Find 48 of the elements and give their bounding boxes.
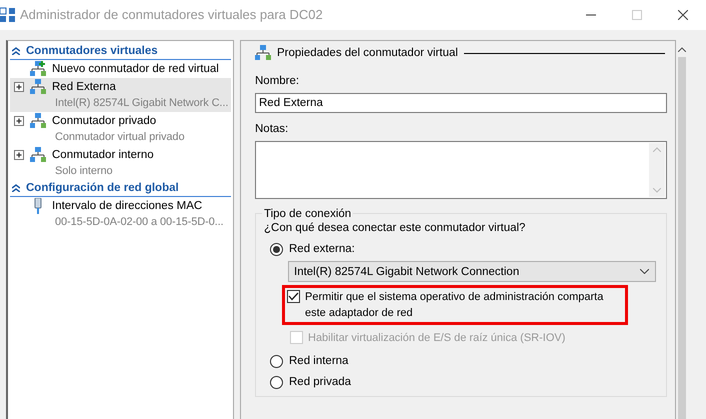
sidebar-item[interactable]: Nuevo conmutador de red virtual [10,60,231,78]
option-label[interactable]: Red privada [289,374,352,390]
option-label[interactable]: Permitir que el sistema operativo de administración comparta este adaptador de red [305,289,623,321]
question-text: ¿Con qué desea conectar este conmutador virtual? [264,221,526,236]
network-switch-icon [30,147,46,163]
section-title: Configuración de red global [26,181,179,196]
close-icon [678,10,688,20]
item-description: Intel(R) 82574L Gigabit Network C... [55,96,228,111]
radio-button[interactable] [270,354,283,368]
adapter-dropdown[interactable]: Intel(R) 82574L Gigabit Network Connection [288,261,656,282]
sidebar-item[interactable]: Red Externa Intel(R) 82574L Gigabit Network C... [10,78,231,112]
group-title: Tipo de conexión [262,206,354,222]
scrollbar[interactable] [677,41,686,419]
scroll-up-icon[interactable] [678,46,686,52]
field-label: Nombre: [255,74,300,89]
network-add-icon [30,61,46,77]
section-header: Propiedades del conmutador virtual [277,46,458,61]
name-field[interactable]: Red Externa [255,93,667,113]
item-description: Conmutador virtual privado [55,130,184,145]
maximize-icon [632,10,642,20]
option-label[interactable]: Red interna [289,353,348,369]
expand-icon[interactable] [14,150,24,160]
sidebar-item[interactable]: Conmutador privado Conmutador virtual privado [10,112,231,146]
network-switch-icon [30,113,46,129]
section-title: Conmutadores virtuales [26,44,158,59]
window-title: Administrador de conmutadores virtuales para DC02 [20,7,323,23]
item-description: 00-15-5D-0A-02-00 a 00-15-5D-0... [55,215,224,230]
collapse-icon[interactable] [12,47,20,55]
checkbox[interactable] [287,290,300,303]
network-switch-icon [255,45,271,61]
item-label: Conmutador interno [52,148,154,163]
option-label[interactable]: Red externa: [289,241,355,257]
item-label: Red Externa [52,80,117,95]
notes-field[interactable] [255,141,667,199]
radio-button[interactable] [270,376,283,388]
sidebar-item[interactable]: Intervalo de direcciones MAC 00-15-5D-0A-02-00 a 00-15-5D-0... [10,197,231,231]
expand-icon[interactable] [14,82,24,92]
sidebar-item[interactable]: Conmutador interno Solo interno [10,146,231,180]
item-label: Conmutador privado [52,114,158,129]
caret-icon [640,269,649,274]
item-description: Solo interno [55,164,114,179]
network-switch-icon [30,79,46,95]
expand-icon[interactable] [14,116,24,126]
item-label: Intervalo de direcciones MAC [52,199,204,214]
field-label: Notas: [255,122,290,137]
radio-button[interactable] [270,242,283,256]
item-label: Nuevo conmutador de red virtual [52,62,219,77]
collapse-icon[interactable] [12,184,20,192]
